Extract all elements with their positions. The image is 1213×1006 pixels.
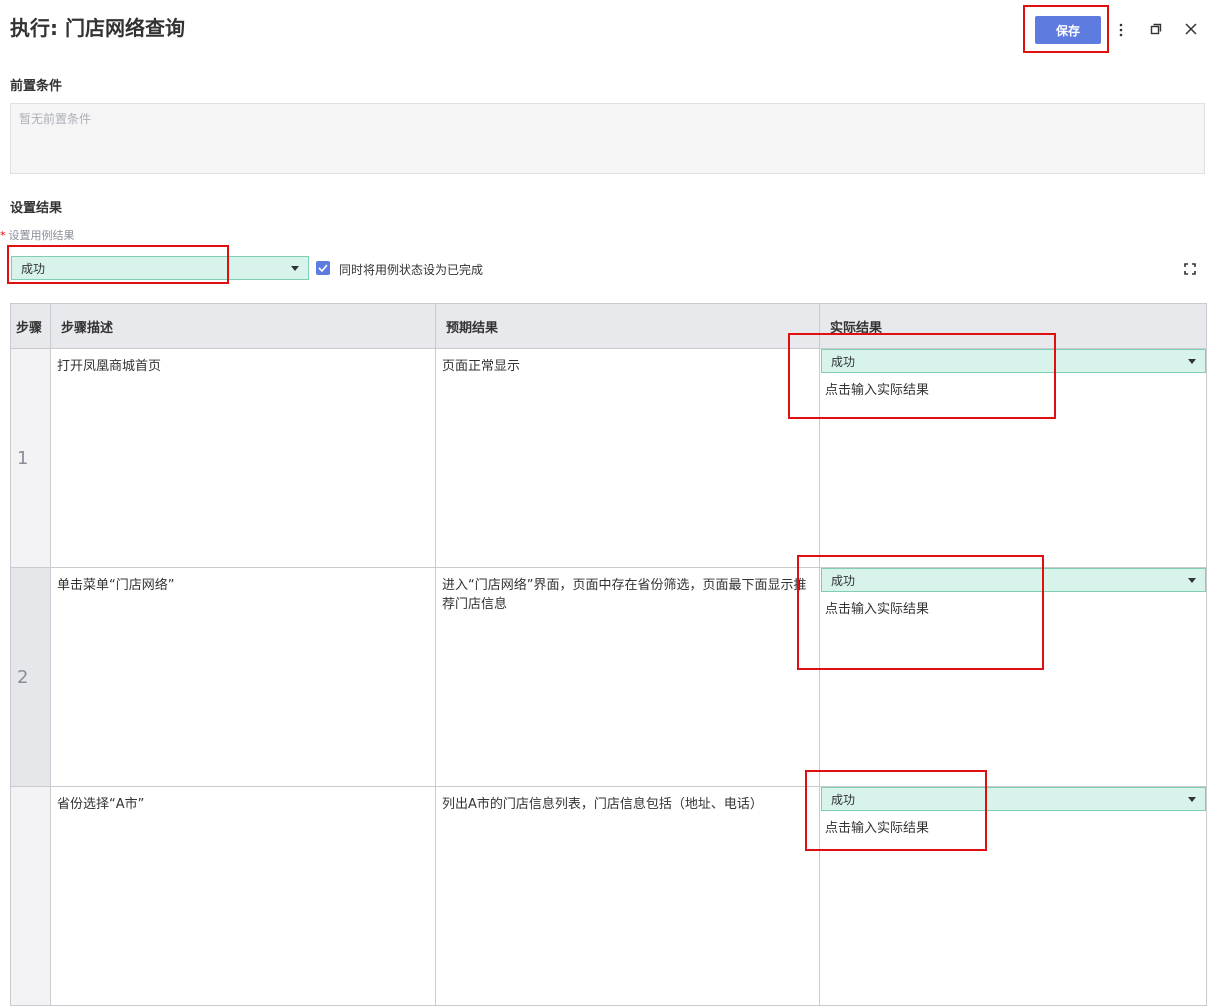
restore-window-icon[interactable]	[1147, 20, 1165, 38]
status-complete-checkbox[interactable]	[316, 261, 330, 275]
save-button[interactable]: 保存	[1035, 16, 1101, 44]
status-complete-label: 同时将用例状态设为已完成	[339, 263, 484, 277]
required-mark: *	[0, 229, 6, 242]
step-actual-cell: 成功 点击输入实际结果	[819, 786, 1207, 1006]
caret-down-icon	[1188, 796, 1196, 802]
actual-result-input[interactable]: 点击输入实际结果	[820, 373, 1206, 404]
header-step: 步骤	[10, 303, 51, 349]
step-number: 2	[10, 567, 51, 787]
page-title: 执行: 门店网络查询	[10, 16, 185, 40]
close-icon[interactable]	[1182, 20, 1200, 38]
actual-result-input[interactable]: 点击输入实际结果	[820, 811, 1206, 842]
header-expected: 预期结果	[435, 303, 820, 349]
step-result-value: 成功	[831, 354, 856, 369]
case-result-select[interactable]: 成功	[11, 256, 309, 280]
step-expected[interactable]: 页面正常显示	[435, 348, 820, 568]
step-description[interactable]: 省份选择“A市”	[50, 786, 436, 1006]
step-actual-cell: 成功 点击输入实际结果	[819, 348, 1207, 568]
step-number: 1	[10, 348, 51, 568]
step-number	[10, 786, 51, 1006]
step-actual-cell: 成功 点击输入实际结果	[819, 567, 1207, 787]
table-row: 省份选择“A市” 列出A市的门店信息列表，门店信息包括（地址、电话） 成功 点击…	[10, 786, 1207, 1006]
result-field-text: 设置用例结果	[8, 229, 75, 242]
precondition-box: 暂无前置条件	[10, 103, 1205, 174]
table-row: 2 单击菜单“门店网络” 进入“门店网络”界面，页面中存在省份筛选，页面最下面显…	[10, 567, 1207, 787]
step-result-value: 成功	[831, 792, 856, 807]
fullscreen-icon[interactable]	[1183, 262, 1197, 276]
step-result-select[interactable]: 成功	[821, 568, 1206, 592]
table-header-row: 步骤 步骤描述 预期结果 实际结果	[10, 303, 1207, 349]
check-icon	[318, 264, 328, 272]
step-description[interactable]: 单击菜单“门店网络”	[50, 567, 436, 787]
caret-down-icon	[1188, 358, 1196, 364]
step-result-select[interactable]: 成功	[821, 349, 1206, 373]
result-field-label: * 设置用例结果	[0, 227, 75, 243]
steps-table: 步骤 步骤描述 预期结果 实际结果 1 打开凤凰商城首页 页面正常显示 成功 点…	[10, 303, 1207, 1006]
step-expected[interactable]: 进入“门店网络”界面，页面中存在省份筛选，页面最下面显示推荐门店信息	[435, 567, 820, 787]
precondition-label: 前置条件	[10, 79, 63, 94]
caret-down-icon	[1188, 577, 1196, 583]
case-result-value: 成功	[21, 261, 46, 276]
actual-result-input[interactable]: 点击输入实际结果	[820, 592, 1206, 623]
set-result-label: 设置结果	[10, 201, 63, 216]
step-result-value: 成功	[831, 573, 856, 588]
table-row: 1 打开凤凰商城首页 页面正常显示 成功 点击输入实际结果	[10, 348, 1207, 568]
step-expected[interactable]: 列出A市的门店信息列表，门店信息包括（地址、电话）	[435, 786, 820, 1006]
step-result-select[interactable]: 成功	[821, 787, 1206, 811]
more-vertical-icon[interactable]	[1113, 20, 1129, 40]
caret-down-icon	[291, 265, 299, 271]
header-description: 步骤描述	[50, 303, 436, 349]
header-actual: 实际结果	[819, 303, 1207, 349]
step-description[interactable]: 打开凤凰商城首页	[50, 348, 436, 568]
